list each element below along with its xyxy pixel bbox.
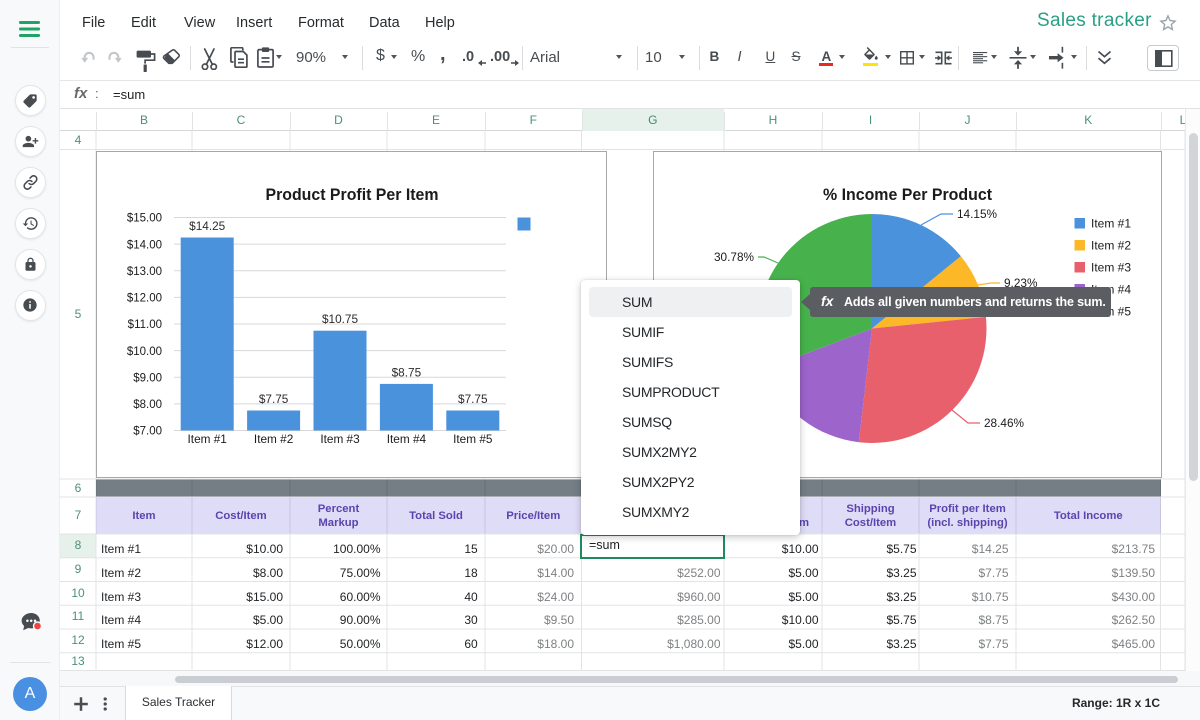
svg-text:Item #1: Item #1 <box>1091 216 1131 230</box>
svg-text:$8.75: $8.75 <box>392 365 422 379</box>
svg-text:28.46%: 28.46% <box>984 416 1025 430</box>
svg-text:Product Profit Per Item: Product Profit Per Item <box>266 185 439 204</box>
svg-text:Item #2: Item #2 <box>254 432 293 446</box>
svg-text:$7.75: $7.75 <box>259 392 289 406</box>
svg-text:Item #4: Item #4 <box>387 432 427 446</box>
svg-text:14.15%: 14.15% <box>957 207 998 221</box>
svg-text:$10.00: $10.00 <box>127 346 162 358</box>
svg-text:Item #5: Item #5 <box>453 432 493 446</box>
svg-text:30.78%: 30.78% <box>714 250 755 264</box>
svg-text:% Income Per Product: % Income Per Product <box>823 185 992 204</box>
svg-text:$12.00: $12.00 <box>127 293 162 305</box>
svg-text:$15.00: $15.00 <box>127 213 162 225</box>
svg-text:$8.00: $8.00 <box>133 399 162 411</box>
svg-text:Item #3: Item #3 <box>1091 260 1131 274</box>
svg-text:$11.00: $11.00 <box>128 319 162 331</box>
svg-text:$14.00: $14.00 <box>127 239 162 251</box>
svg-text:$7.75: $7.75 <box>458 392 488 406</box>
svg-text:$7.00: $7.00 <box>133 426 162 438</box>
svg-text:$14.25: $14.25 <box>189 219 226 233</box>
svg-text:Item #3: Item #3 <box>320 432 360 446</box>
svg-text:$10.75: $10.75 <box>322 312 359 326</box>
svg-text:$13.00: $13.00 <box>127 266 162 278</box>
svg-text:Item #2: Item #2 <box>1091 238 1131 252</box>
svg-text:$9.00: $9.00 <box>133 372 162 384</box>
svg-text:Item #1: Item #1 <box>188 432 227 446</box>
